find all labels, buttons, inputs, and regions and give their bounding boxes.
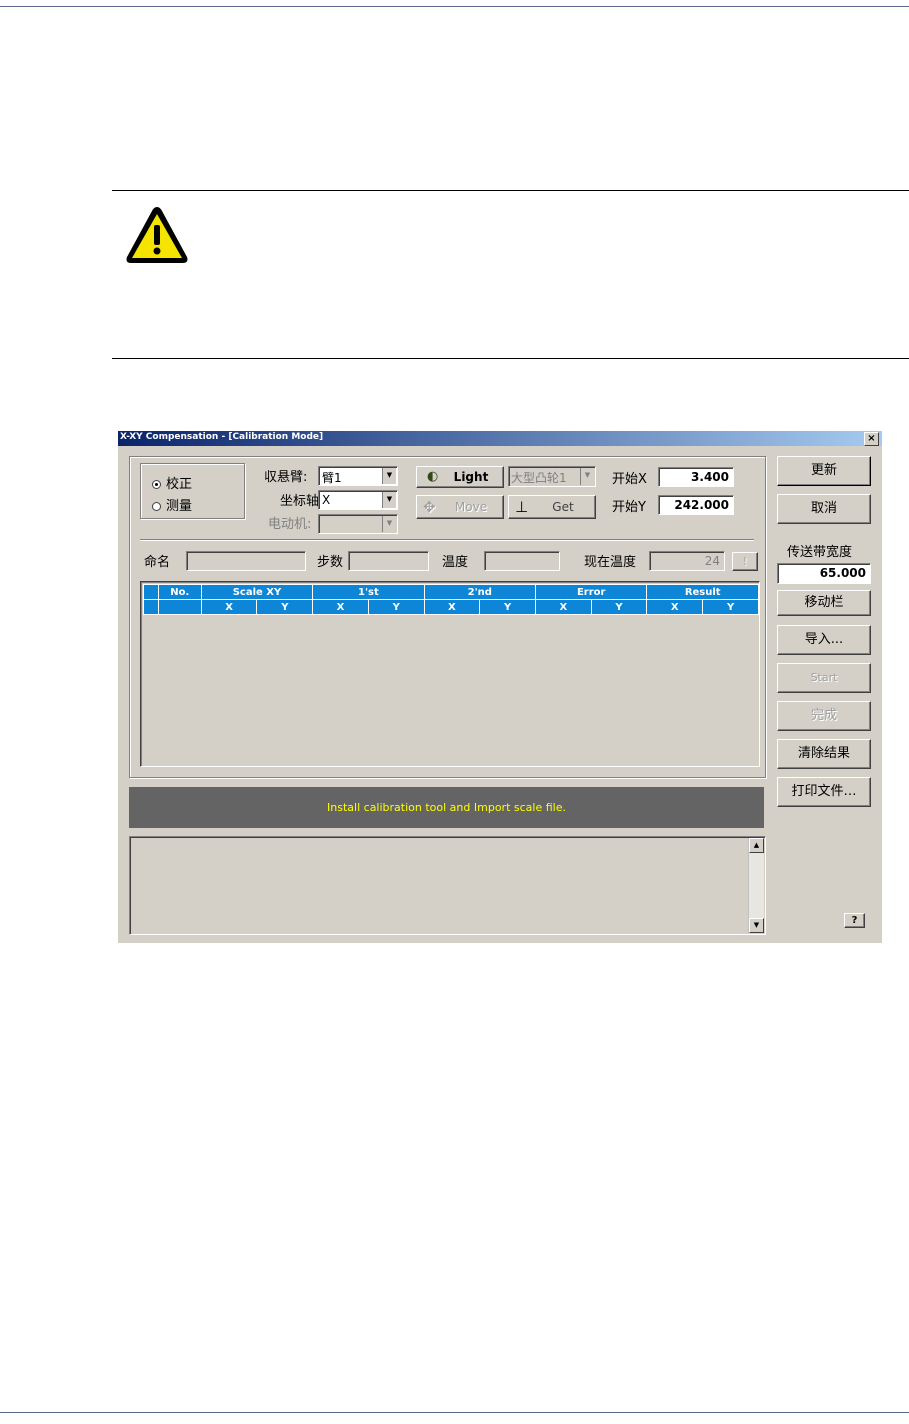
print-button[interactable]: 打印文件… <box>777 777 871 807</box>
title-bar: X-XY Compensation - [Calibration Mode] × <box>118 431 882 446</box>
axis-label: 坐标轴 <box>280 494 320 509</box>
move-button-label: Move <box>454 500 488 514</box>
start-y-input[interactable]: 242.000 <box>658 495 734 515</box>
chevron-down-icon[interactable]: ▼ <box>382 468 396 484</box>
lightbulb-icon: ◐ <box>427 469 439 484</box>
help-button[interactable]: ? <box>844 913 865 928</box>
coordinate-axes-icon: ⊥ <box>515 498 529 516</box>
current-temp-label: 现在温度 <box>584 555 637 570</box>
log-memo[interactable]: ▲ ▼ <box>129 836 766 935</box>
radio-calibrate-label: 校正 <box>166 477 193 492</box>
light-button-label: Light <box>453 470 489 484</box>
cancel-button[interactable]: 取消 <box>777 494 871 524</box>
chevron-down-icon[interactable]: ▼ <box>580 468 594 485</box>
chevron-down-icon[interactable]: ▼ <box>382 516 396 532</box>
start-button[interactable]: Start <box>777 663 871 693</box>
move-bar-button[interactable]: 移动栏 <box>777 590 871 616</box>
steps-label: 步数 <box>317 555 344 570</box>
grid-col-result[interactable]: Result <box>646 584 759 600</box>
grid-subcol-x: X <box>423 599 481 615</box>
grid-col-first[interactable]: 1'st <box>312 584 425 600</box>
warning-top-rule <box>112 190 909 191</box>
grid-subcol-no <box>157 599 202 615</box>
grid-subcol-x: X <box>534 599 592 615</box>
status-message: Install calibration tool and Import scal… <box>129 787 764 828</box>
belt-width-label: 传送带宽度 <box>787 545 853 560</box>
arm-select[interactable]: 臂1 ▼ <box>318 466 398 486</box>
grid-subcol-x: X <box>312 599 369 615</box>
steps-field[interactable] <box>348 551 429 571</box>
light-button[interactable]: ◐ Light <box>416 466 504 488</box>
update-button[interactable]: 更新 <box>777 456 871 486</box>
scroll-down-icon[interactable]: ▼ <box>749 918 764 933</box>
temp-field[interactable] <box>484 551 560 571</box>
grid-subcol-y: Y <box>256 599 314 615</box>
warning-icon <box>126 207 188 263</box>
start-y-label: 开始Y <box>612 500 646 515</box>
separator <box>140 539 754 541</box>
import-button[interactable]: 导入... <box>777 625 871 655</box>
temp-label: 温度 <box>442 555 469 570</box>
scroll-up-icon[interactable]: ▲ <box>749 838 764 853</box>
page-bottom-rule <box>0 1412 909 1413</box>
grid-subcol-y: Y <box>479 599 536 615</box>
cam-select-value: 大型凸轮1 <box>511 471 567 485</box>
axis-select-value: X <box>322 493 331 507</box>
radio-calibrate-indicator[interactable] <box>152 480 161 489</box>
name-field[interactable] <box>186 551 306 571</box>
arm-select-value: 臂1 <box>322 471 342 485</box>
grid-row-marker <box>143 599 159 615</box>
window-title: X-XY Compensation - [Calibration Mode] <box>120 432 324 442</box>
close-icon[interactable]: × <box>864 432 879 446</box>
move-arrows-icon: ✥ <box>423 498 436 516</box>
clear-results-button[interactable]: 清除结果 <box>777 739 871 769</box>
vertical-scrollbar[interactable]: ▲ ▼ <box>748 838 764 933</box>
chevron-down-icon[interactable]: ▼ <box>382 492 396 508</box>
current-temp-field[interactable]: 24 <box>649 551 725 571</box>
grid-col-scale[interactable]: Scale XY <box>200 584 314 600</box>
get-button-label: Get <box>552 500 574 514</box>
grid-subcol-y: Y <box>367 599 425 615</box>
finish-button[interactable]: 完成 <box>777 701 871 731</box>
cam-select[interactable]: 大型凸轮1 ▼ <box>508 466 596 487</box>
grid-subcol-x: X <box>646 599 704 615</box>
radio-measure[interactable]: 测量 <box>152 495 192 514</box>
grid-header: No. Scale XY 1'st 2'nd Error Result X Y … <box>143 584 759 615</box>
grid-corner-cell <box>143 584 159 600</box>
motor-select[interactable]: ▼ <box>318 514 398 534</box>
get-button[interactable]: ⊥ Get <box>508 495 596 519</box>
grid-col-no[interactable]: No. <box>157 584 202 600</box>
warning-bottom-rule <box>112 358 909 359</box>
page-top-rule <box>0 6 909 7</box>
grid-subcol-y: Y <box>702 599 759 615</box>
arm-label: 収悬臂: <box>264 470 308 485</box>
radio-calibrate[interactable]: 校正 <box>152 473 192 492</box>
results-grid[interactable]: No. Scale XY 1'st 2'nd Error Result X Y … <box>140 581 760 767</box>
radio-measure-indicator[interactable] <box>152 502 161 511</box>
start-x-input[interactable]: 3.400 <box>658 467 734 487</box>
belt-width-input[interactable]: 65.000 <box>777 563 871 584</box>
compensation-window: X-XY Compensation - [Calibration Mode] ×… <box>118 431 882 943</box>
start-x-label: 开始X <box>612 472 647 487</box>
grid-col-error[interactable]: Error <box>534 584 648 600</box>
name-label: 命名 <box>144 555 171 570</box>
axis-select[interactable]: X ▼ <box>318 490 398 510</box>
grid-subcol-y: Y <box>590 599 648 615</box>
motor-label: 电动机: <box>268 517 312 532</box>
alert-button[interactable]: ! <box>732 552 758 571</box>
radio-measure-label: 测量 <box>166 499 193 514</box>
grid-col-second[interactable]: 2'nd <box>423 584 536 600</box>
grid-subcol-x: X <box>200 599 258 615</box>
move-button[interactable]: ✥ Move <box>416 495 504 519</box>
